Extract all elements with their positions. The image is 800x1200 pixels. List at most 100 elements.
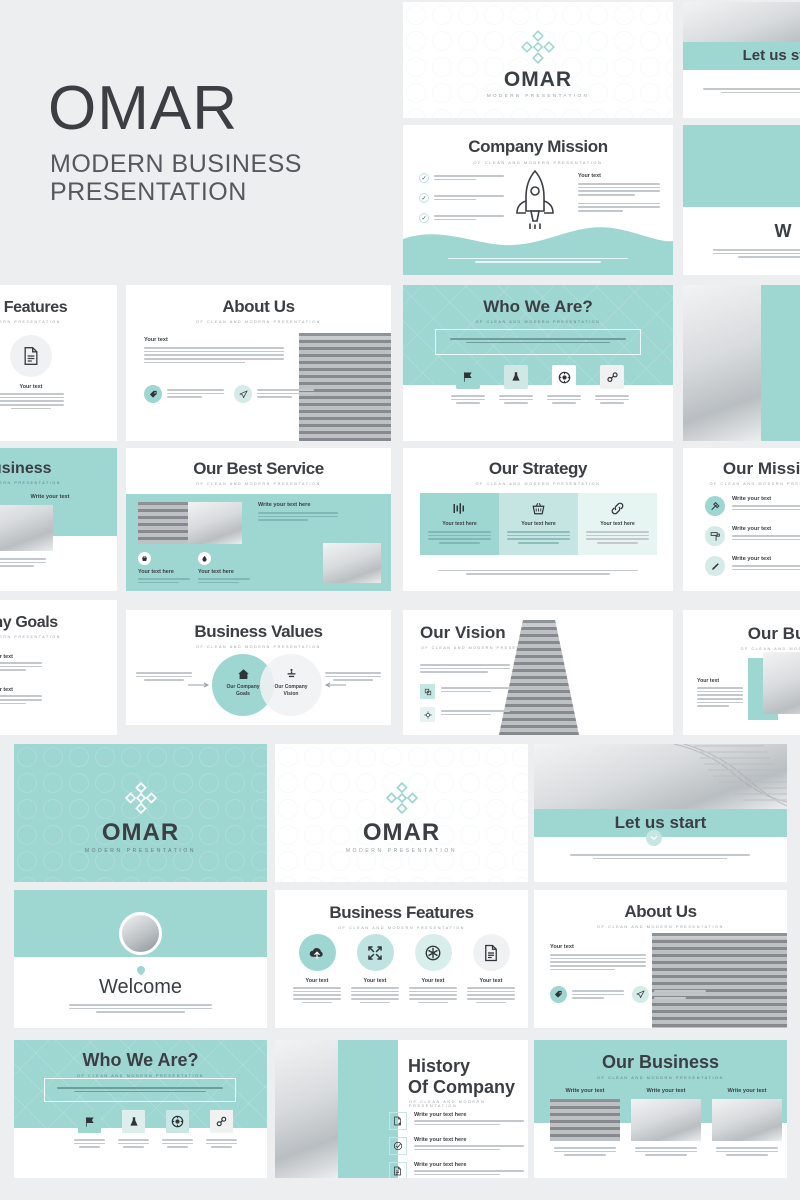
diamond-cluster-icon bbox=[124, 782, 157, 814]
list-item[interactable] bbox=[420, 707, 510, 722]
arrow-right-connector bbox=[324, 682, 346, 688]
slide-company-mission[interactable]: Company Mission OF CLEAN AND MODERN PRES… bbox=[403, 125, 673, 275]
list-item[interactable]: Write your text bbox=[705, 496, 800, 516]
brush-icon bbox=[705, 556, 725, 576]
slide-cover-logo[interactable]: OMAR MODERN PRESENTATION bbox=[403, 2, 673, 118]
item-title: Write your text here bbox=[414, 1112, 467, 1118]
about-body: Your text bbox=[550, 944, 646, 972]
slide-our-vision[interactable]: Our Vision OF CLEAN AND MODERN PRESENTAT… bbox=[403, 610, 673, 735]
column-photo bbox=[0, 505, 53, 551]
list-item[interactable] bbox=[632, 986, 706, 1003]
slide-subtitle: OF CLEAN AND MODERN PRESENTATION bbox=[709, 482, 800, 486]
slide-welcome-partial[interactable]: W bbox=[683, 125, 800, 275]
strategy-card[interactable]: Your text here bbox=[420, 493, 499, 555]
list-item[interactable] bbox=[595, 365, 629, 406]
strategy-card[interactable]: Your text here bbox=[578, 493, 657, 555]
list-item[interactable]: 04 Your text bbox=[0, 687, 42, 706]
slide-big-welcome[interactable]: Welcome bbox=[14, 890, 267, 1028]
item-title: Write your text bbox=[732, 556, 772, 562]
list-item: ✓ bbox=[419, 213, 504, 223]
stairs-photo bbox=[534, 744, 787, 809]
keyboard-photo bbox=[683, 285, 761, 441]
slide-title: About Us bbox=[222, 297, 295, 316]
service-card[interactable]: Your text here bbox=[198, 552, 250, 585]
list-item[interactable] bbox=[144, 385, 224, 403]
list-item[interactable]: Write your text bbox=[550, 1088, 620, 1158]
slide-title: Business Features bbox=[329, 903, 474, 922]
list-item[interactable]: Write your text here bbox=[389, 1137, 524, 1155]
check-icon: ✓ bbox=[419, 213, 429, 223]
slide-big-about-us[interactable]: About Us OF CLEAN AND MODERN PRESENTATIO… bbox=[534, 890, 787, 1028]
list-item[interactable]: Your text bbox=[291, 934, 343, 1005]
list-item[interactable]: Your text bbox=[407, 934, 459, 1005]
list-item[interactable]: Write your text bbox=[631, 1088, 701, 1158]
brand-tagline: MODERN PRESENTATION bbox=[345, 848, 458, 854]
slide-company-goals-partial[interactable]: Company Goals OF CLEAN AND MODERN PRESEN… bbox=[0, 600, 117, 735]
slide-let-us-start-partial[interactable]: Let us start bbox=[683, 2, 800, 118]
slide-big-let-us-start[interactable]: Let us start bbox=[534, 744, 787, 882]
slide-keyboard-photo-partial[interactable] bbox=[683, 285, 800, 441]
slide-title: W bbox=[774, 221, 792, 241]
slide-subtitle: OF CLEAN AND MODERN PRESENTATION bbox=[0, 635, 61, 639]
slide-about-us[interactable]: About Us OF CLEAN AND MODERN PRESENTATIO… bbox=[126, 285, 391, 441]
body-heading: Your text bbox=[697, 678, 720, 684]
slide-big-business-features[interactable]: Business Features OF CLEAN AND MODERN PR… bbox=[275, 890, 528, 1028]
brand-name: OMAR bbox=[503, 68, 573, 91]
slide-our-business-partial-2[interactable]: Our Business OF CLEAN AND MODERN PRESENT… bbox=[683, 610, 800, 735]
list-item[interactable]: Your text bbox=[349, 934, 401, 1005]
tag-icon bbox=[144, 385, 162, 403]
slide-big-history-of-company[interactable]: History Of Company OF CLEAN AND MODERN P… bbox=[275, 1040, 528, 1178]
slide-big-cover-white[interactable]: OMAR MODERN PRESENTATION bbox=[275, 744, 528, 882]
list-item[interactable]: Write your text bbox=[705, 556, 800, 576]
slide-big-who-we-are[interactable]: Who We Are? OF CLEAN AND MODERN PRESENTA… bbox=[14, 1040, 267, 1178]
lifebuoy-icon bbox=[166, 1110, 189, 1133]
slide-title: Who We Are? bbox=[483, 297, 593, 316]
list-item[interactable]: Write your text here bbox=[389, 1162, 524, 1178]
list-item[interactable] bbox=[74, 1110, 105, 1150]
venn-circle-right[interactable]: Our Company Vision bbox=[260, 654, 322, 716]
slide-big-cover-accent[interactable]: OMAR MODERN PRESENTATION bbox=[14, 744, 267, 882]
droplet-icon bbox=[198, 552, 211, 565]
strategy-card[interactable]: Your text here bbox=[499, 493, 578, 555]
list-item[interactable]: Your text bbox=[465, 934, 517, 1005]
slide-our-best-service[interactable]: Our Best Service OF CLEAN AND MODERN PRE… bbox=[126, 448, 391, 591]
list-item[interactable] bbox=[118, 1110, 149, 1150]
slide-our-business-partial[interactable]: Our Business OF CLEAN AND MODERN PRESENT… bbox=[0, 448, 117, 591]
card-title: Your text here bbox=[600, 521, 635, 527]
list-item[interactable] bbox=[547, 365, 581, 406]
card-title: Your text here bbox=[198, 569, 234, 575]
slide-business-values[interactable]: Business Values OF CLEAN AND MODERN PRES… bbox=[126, 610, 391, 725]
slide-big-our-business[interactable]: Our Business OF CLEAN AND MODERN PRESENT… bbox=[534, 1040, 787, 1178]
list-item[interactable]: Write your text bbox=[705, 526, 800, 546]
list-item[interactable] bbox=[550, 986, 624, 1003]
about-items bbox=[144, 385, 314, 403]
column-caption: Write your text bbox=[646, 1088, 686, 1094]
list-item[interactable] bbox=[162, 1110, 193, 1150]
slide-our-strategy[interactable]: Our Strategy OF CLEAN AND MODERN PRESENT… bbox=[403, 448, 673, 591]
slide-title: Let us start bbox=[742, 47, 800, 64]
list-item[interactable] bbox=[451, 365, 485, 406]
list-item[interactable]: 03 Your text bbox=[0, 654, 42, 673]
slide-who-we-are[interactable]: Who We Are? OF CLEAN AND MODERN PRESENTA… bbox=[403, 285, 673, 441]
slide-business-features-partial[interactable]: Business Features OF CLEAN AND MODERN PR… bbox=[0, 285, 117, 441]
list-item[interactable] bbox=[234, 385, 314, 403]
title-band: Let us start bbox=[683, 42, 800, 70]
chevron-down-icon[interactable] bbox=[646, 830, 662, 846]
slide-our-mission[interactable]: Our Mission OF CLEAN AND MODERN PRESENTA… bbox=[683, 448, 800, 591]
list-item[interactable]: Your text bbox=[0, 335, 68, 411]
list-item[interactable] bbox=[499, 365, 533, 406]
list-item[interactable] bbox=[420, 684, 510, 699]
list-item[interactable]: Write your text here bbox=[389, 1112, 524, 1130]
item-title: Write your text bbox=[732, 526, 772, 532]
paper-plane-icon bbox=[632, 986, 649, 1003]
item-label: Your text bbox=[421, 978, 445, 984]
brand-tagline: MODERN PRESENTATION bbox=[84, 848, 197, 854]
list-item[interactable] bbox=[206, 1110, 237, 1150]
list-item[interactable]: Write your text bbox=[712, 1088, 782, 1158]
strategy-cards: Your text here Your text here Your text … bbox=[420, 493, 657, 555]
paint-roller-icon bbox=[705, 526, 725, 546]
quote-box bbox=[435, 329, 641, 355]
column-caption: Write your text bbox=[30, 494, 70, 500]
feature-items: Your text Your text Your text Your text bbox=[291, 934, 517, 1005]
service-card[interactable]: Your text here bbox=[138, 552, 190, 585]
